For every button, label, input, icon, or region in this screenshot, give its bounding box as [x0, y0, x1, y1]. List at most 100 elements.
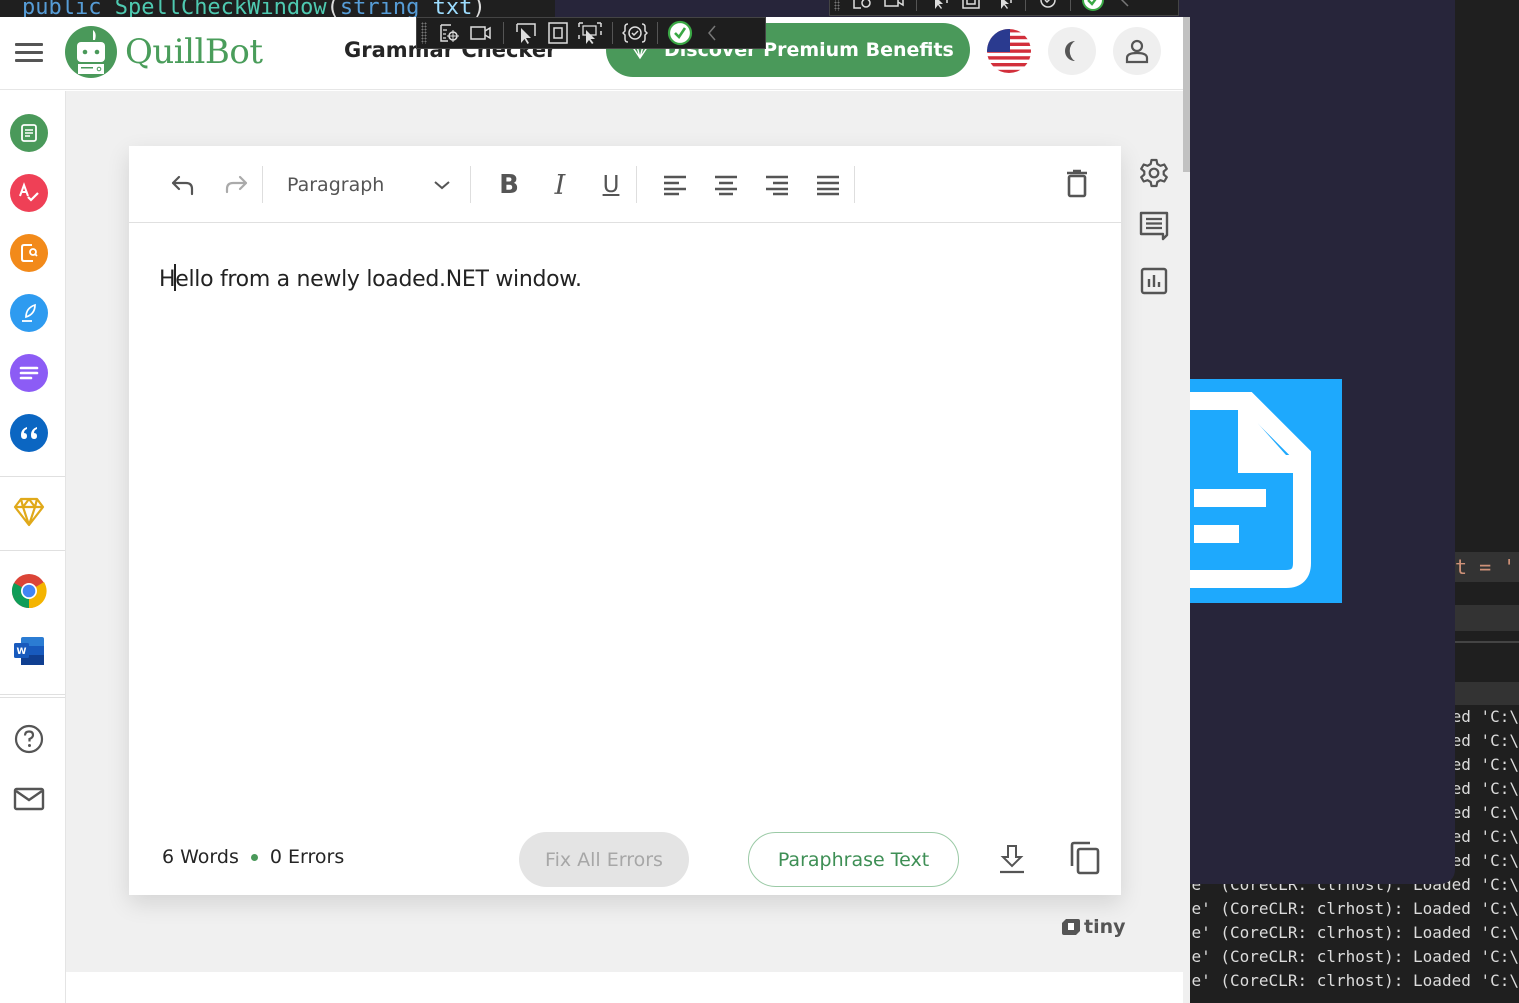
ide-divider — [1455, 641, 1519, 643]
sidebar-item-premium[interactable] — [10, 493, 48, 531]
tiny-logo-icon — [1062, 919, 1080, 935]
settings-button[interactable] — [1136, 155, 1172, 191]
download-button[interactable] — [995, 842, 1029, 876]
underline-button[interactable]: U — [594, 168, 628, 202]
summarizer-icon — [19, 366, 39, 380]
file-tile[interactable] — [1190, 379, 1342, 603]
content-text: ello from a newly loaded.NET window. — [175, 267, 582, 292]
tiny-branding[interactable]: tiny — [1061, 916, 1126, 938]
adorner-button[interactable] — [955, 0, 987, 14]
editor-stats: 6 Words 0 Errors — [162, 846, 344, 868]
align-left-button[interactable] — [658, 168, 692, 202]
statistics-icon — [1140, 267, 1168, 295]
toolbar-separator — [262, 166, 263, 203]
align-right-button[interactable] — [760, 168, 794, 202]
ide-panel-bar — [1455, 682, 1519, 707]
select-element-button[interactable] — [846, 0, 878, 14]
sidebar-item-plagiarism-checker[interactable] — [10, 234, 48, 272]
hot-reload-button[interactable] — [1032, 0, 1064, 14]
document-icon — [1190, 392, 1311, 588]
sidebar-item-contact[interactable] — [10, 780, 48, 818]
redo-button[interactable] — [219, 168, 253, 202]
profile-button[interactable] — [1113, 27, 1161, 75]
track-focus-button[interactable] — [574, 19, 606, 47]
undo-button[interactable] — [166, 168, 200, 202]
quillbot-window: QuillBot Grammar Checker Discover Premiu… — [0, 17, 1190, 1003]
sidebar-divider — [0, 694, 65, 695]
sidebar-item-word-addin[interactable]: W — [10, 632, 48, 670]
check-status-icon — [667, 20, 693, 46]
block-format-select[interactable]: Paragraph — [273, 168, 465, 202]
sidebar-item-paraphraser[interactable] — [10, 114, 48, 152]
language-button[interactable] — [985, 27, 1033, 75]
scroll-thumb[interactable] — [1183, 17, 1190, 172]
collapse-button[interactable] — [696, 19, 728, 47]
adorner-icon — [962, 0, 980, 9]
pointer-select-button[interactable] — [923, 0, 955, 14]
select-element-icon — [853, 0, 871, 9]
page-bottom — [66, 972, 1183, 1003]
select-element-button[interactable] — [433, 19, 465, 47]
bold-button[interactable]: B — [492, 168, 526, 202]
chevron-down-icon — [434, 181, 450, 190]
drag-handle[interactable] — [834, 0, 840, 11]
scrollbar[interactable] — [1183, 17, 1190, 1003]
moon-icon — [1065, 41, 1075, 61]
tiny-label: tiny — [1084, 916, 1126, 938]
drag-handle[interactable] — [421, 22, 427, 44]
fix-all-errors-button[interactable]: Fix All Errors — [519, 832, 689, 887]
editor: Paragraph B I U Hello from a newly loade… — [129, 146, 1121, 895]
error-count: 0 Errors — [269, 846, 345, 868]
align-left-icon — [664, 175, 686, 196]
align-justify-button[interactable] — [811, 168, 845, 202]
align-right-icon — [766, 175, 788, 196]
record-button[interactable] — [878, 0, 910, 14]
pointer-select-icon — [935, 0, 948, 9]
plagiarism-icon — [21, 244, 38, 262]
diamond-icon — [13, 497, 45, 527]
output-line: e' (CoreCLR: clrhost): Loaded 'C:\ — [1191, 899, 1519, 918]
align-center-button[interactable] — [709, 168, 743, 202]
comments-button[interactable] — [1136, 208, 1172, 244]
status-check-button[interactable] — [664, 19, 696, 47]
ide-panel-bar — [1455, 605, 1519, 631]
adorner-button[interactable] — [542, 19, 574, 47]
copy-icon — [1070, 841, 1100, 875]
track-focus-button[interactable] — [987, 0, 1019, 14]
word-count: 6 Words — [162, 846, 239, 868]
collapse-button[interactable] — [1109, 0, 1141, 14]
sidebar-item-grammar-checker[interactable] — [10, 174, 48, 212]
collapse-chevron-icon — [708, 25, 716, 41]
sidebar-item-co-writer[interactable] — [10, 294, 48, 332]
pointer-select-button[interactable] — [510, 19, 542, 47]
record-button[interactable] — [465, 19, 497, 47]
paraphrase-text-button[interactable]: Paraphrase Text — [748, 832, 959, 887]
toolbar-separator — [636, 166, 637, 203]
sidebar-item-help[interactable] — [10, 720, 48, 758]
copy-button[interactable] — [1067, 840, 1103, 876]
theme-toggle[interactable] — [1048, 27, 1096, 75]
logo[interactable]: QuillBot — [64, 25, 263, 79]
status-check-button[interactable] — [1077, 0, 1109, 14]
pointer-select-icon — [516, 23, 536, 44]
status-dot — [250, 853, 258, 861]
sidebar-divider — [0, 697, 65, 698]
us-flag-icon — [987, 29, 1031, 73]
menu-icon[interactable] — [15, 43, 43, 63]
sidebar-item-citation-generator[interactable] — [10, 414, 48, 452]
sidebar: W — [0, 91, 66, 1003]
undo-icon — [171, 175, 194, 196]
delete-button[interactable] — [1060, 166, 1094, 200]
hot-reload-button[interactable] — [619, 19, 651, 47]
paraphraser-icon — [21, 124, 37, 142]
editor-content[interactable]: Hello from a newly loaded.NET window. — [159, 264, 582, 292]
code-method: SpellCheckWindow — [114, 0, 327, 17]
italic-button[interactable]: I — [543, 168, 577, 202]
sidebar-item-chrome-extension[interactable] — [10, 572, 48, 610]
statistics-button[interactable] — [1136, 263, 1172, 299]
quillbot-logo-icon — [65, 26, 117, 78]
toolbar-separator — [854, 166, 855, 203]
sidebar-item-summarizer[interactable] — [10, 354, 48, 392]
debug-toolbar-secondary — [829, 0, 1179, 16]
record-icon — [470, 26, 491, 40]
